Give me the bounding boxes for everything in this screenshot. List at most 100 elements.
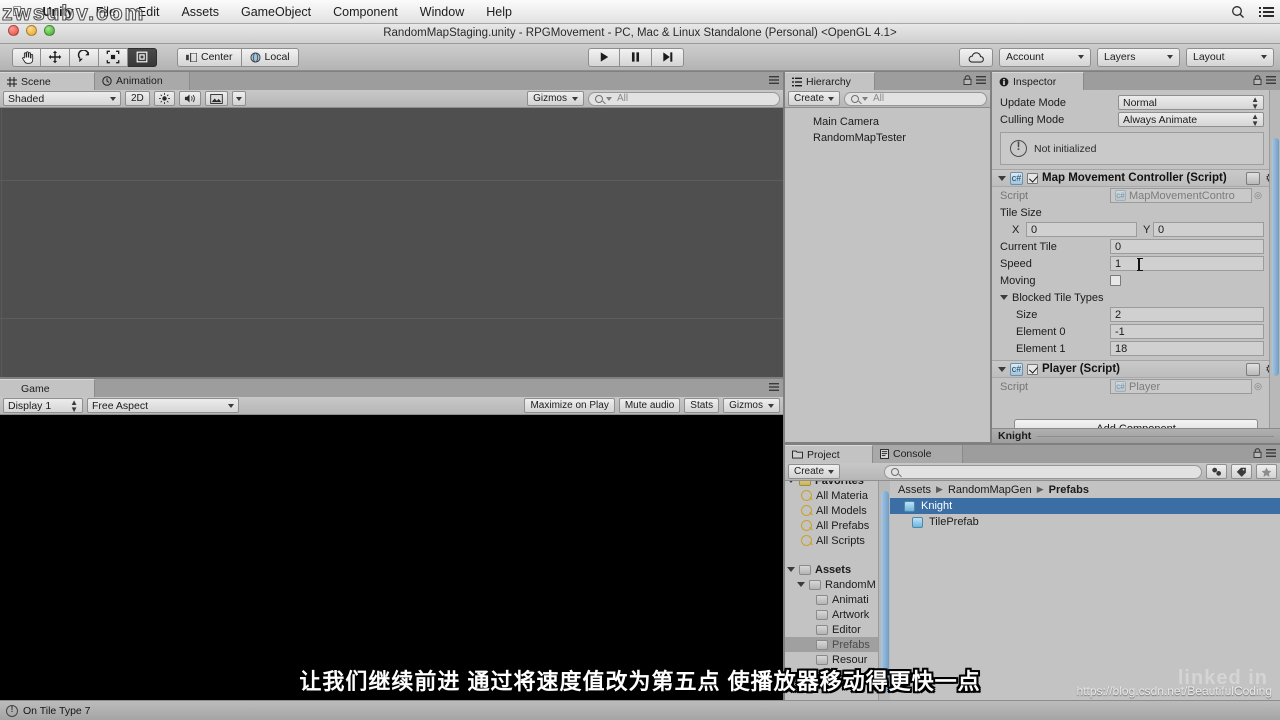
scene-search-input[interactable]: All bbox=[588, 91, 780, 106]
filter-label-button[interactable] bbox=[1231, 464, 1252, 479]
foldout-icon[interactable] bbox=[1000, 295, 1008, 300]
toggle-2d-button[interactable]: 2D bbox=[125, 91, 150, 106]
menu-edit[interactable]: Edit bbox=[127, 0, 171, 24]
minimize-button[interactable] bbox=[26, 25, 37, 36]
foldout-icon[interactable] bbox=[998, 366, 1006, 372]
maximize-on-play-button[interactable]: Maximize on Play bbox=[524, 398, 615, 413]
tree-item-all-models[interactable]: All Models bbox=[785, 503, 890, 518]
player-script-object-field[interactable]: c# Player bbox=[1110, 379, 1252, 394]
foldout-icon[interactable] bbox=[787, 481, 795, 483]
foldout-icon[interactable] bbox=[797, 582, 805, 587]
object-picker-icon[interactable]: ◎ bbox=[1252, 190, 1264, 201]
speed-input[interactable]: 1 bbox=[1110, 256, 1264, 271]
tab-animation[interactable]: Animation bbox=[95, 72, 190, 90]
move-tool-button[interactable] bbox=[41, 47, 70, 67]
game-gizmos-dropdown[interactable]: Gizmos bbox=[723, 398, 780, 413]
element-0-input[interactable]: -1 bbox=[1110, 324, 1264, 339]
component-header-player[interactable]: c# Player (Script) ⚙ bbox=[992, 360, 1280, 378]
culling-mode-dropdown[interactable]: Always Animate ▲ ▼ bbox=[1118, 112, 1264, 127]
play-button[interactable] bbox=[588, 47, 620, 67]
pause-button[interactable] bbox=[620, 47, 652, 67]
layers-dropdown[interactable]: Layers bbox=[1097, 47, 1180, 67]
rotate-tool-button[interactable] bbox=[70, 47, 99, 67]
apple-icon[interactable]:  bbox=[8, 3, 32, 21]
breadcrumb-prefabs[interactable]: Prefabs bbox=[1049, 484, 1089, 496]
tree-item-all-scripts[interactable]: All Scripts bbox=[785, 533, 890, 548]
filter-type-button[interactable] bbox=[1206, 464, 1227, 479]
tree-item-artwork[interactable]: Artwork bbox=[785, 607, 890, 622]
hierarchy-item-randommaptester[interactable]: RandomMapTester bbox=[785, 130, 990, 146]
project-create-button[interactable]: Create bbox=[788, 464, 841, 479]
script-object-field[interactable]: c# MapMovementContro bbox=[1110, 188, 1252, 203]
project-search-input[interactable] bbox=[884, 464, 1202, 479]
menu-file[interactable]: File bbox=[85, 0, 127, 24]
mute-audio-button[interactable]: Mute audio bbox=[618, 398, 681, 413]
hamburger-icon[interactable] bbox=[769, 75, 779, 85]
tree-item-editor[interactable]: Editor bbox=[785, 622, 890, 637]
display-dropdown[interactable]: Display 1 ▲ ▼ bbox=[3, 398, 83, 413]
gizmos-dropdown[interactable]: Gizmos bbox=[527, 91, 584, 106]
hamburger-icon[interactable] bbox=[976, 75, 986, 85]
hierarchy-item-main-camera[interactable]: Main Camera bbox=[785, 114, 990, 130]
foldout-icon[interactable] bbox=[998, 175, 1006, 181]
tab-project[interactable]: Project bbox=[785, 445, 873, 463]
moving-checkbox[interactable] bbox=[1110, 275, 1121, 286]
lock-icon[interactable] bbox=[1253, 448, 1262, 458]
hamburger-icon[interactable] bbox=[1266, 448, 1276, 458]
hierarchy-create-button[interactable]: Create bbox=[788, 91, 841, 106]
close-button[interactable] bbox=[8, 25, 19, 36]
component-enabled-checkbox[interactable] bbox=[1027, 363, 1038, 375]
tab-console[interactable]: Console bbox=[873, 445, 963, 463]
object-picker-icon[interactable]: ◎ bbox=[1252, 381, 1264, 392]
asset-item-knight[interactable]: Knight bbox=[890, 498, 1280, 514]
tree-item-favorites[interactable]: Favorites bbox=[785, 481, 890, 488]
menu-window[interactable]: Window bbox=[409, 0, 475, 24]
menu-component[interactable]: Component bbox=[322, 0, 409, 24]
audio-toggle[interactable] bbox=[178, 91, 201, 106]
current-tile-input[interactable]: 0 bbox=[1110, 239, 1264, 254]
menu-assets[interactable]: Assets bbox=[170, 0, 230, 24]
tab-game[interactable]: Game bbox=[0, 379, 95, 397]
lock-icon[interactable] bbox=[963, 75, 972, 85]
menu-gameobject[interactable]: GameObject bbox=[230, 0, 322, 24]
search-icon[interactable] bbox=[1231, 5, 1245, 19]
tree-item-resources[interactable]: Resour bbox=[785, 652, 890, 667]
inspector-scrollbar[interactable] bbox=[1269, 90, 1280, 428]
element-1-input[interactable]: 18 bbox=[1110, 341, 1264, 356]
foldout-icon[interactable] bbox=[787, 567, 795, 572]
pivot-mode-button[interactable]: Center bbox=[177, 47, 242, 67]
game-panel-menu[interactable] bbox=[769, 382, 779, 392]
tab-inspector[interactable]: Inspector bbox=[992, 72, 1084, 90]
game-viewport[interactable] bbox=[0, 415, 783, 700]
filter-favorite-button[interactable] bbox=[1256, 464, 1277, 479]
rect-tool-button[interactable] bbox=[128, 47, 157, 67]
step-button[interactable] bbox=[652, 47, 684, 67]
help-icon[interactable] bbox=[1246, 362, 1261, 376]
tab-hierarchy[interactable]: Hierarchy bbox=[785, 72, 875, 90]
space-mode-button[interactable]: Local bbox=[241, 47, 299, 67]
help-icon[interactable] bbox=[1246, 171, 1261, 185]
stats-button[interactable]: Stats bbox=[684, 398, 720, 413]
hierarchy-search-input[interactable]: All bbox=[844, 91, 987, 106]
lighting-toggle[interactable] bbox=[153, 91, 175, 106]
hamburger-icon[interactable] bbox=[1266, 75, 1276, 85]
component-header-map-movement-controller[interactable]: c# Map Movement Controller (Script) ⚙ bbox=[992, 169, 1280, 187]
aspect-dropdown[interactable]: Free Aspect bbox=[87, 398, 239, 413]
update-mode-dropdown[interactable]: Normal ▲ ▼ bbox=[1118, 95, 1264, 110]
zoom-button[interactable] bbox=[44, 25, 55, 36]
tab-scene[interactable]: Scene bbox=[0, 72, 95, 90]
draw-mode-dropdown[interactable]: Shaded bbox=[3, 91, 121, 106]
effects-dropdown[interactable] bbox=[231, 91, 246, 106]
menu-unity[interactable]: Unity bbox=[32, 0, 85, 24]
asset-item-tileprefab[interactable]: TilePrefab bbox=[890, 514, 1280, 530]
menu-help[interactable]: Help bbox=[475, 0, 523, 24]
preview-header[interactable]: Knight bbox=[992, 428, 1280, 443]
tree-item-animations[interactable]: Animati bbox=[785, 592, 890, 607]
tile-size-x-input[interactable]: 0 bbox=[1026, 222, 1137, 237]
tree-item-prefabs[interactable]: Prefabs bbox=[785, 637, 890, 652]
layout-dropdown[interactable]: Layout bbox=[1186, 47, 1274, 67]
array-size-input[interactable]: 2 bbox=[1110, 307, 1264, 322]
component-enabled-checkbox[interactable] bbox=[1027, 172, 1038, 184]
lock-icon[interactable] bbox=[1253, 75, 1262, 85]
breadcrumb-assets[interactable]: Assets bbox=[898, 484, 931, 496]
